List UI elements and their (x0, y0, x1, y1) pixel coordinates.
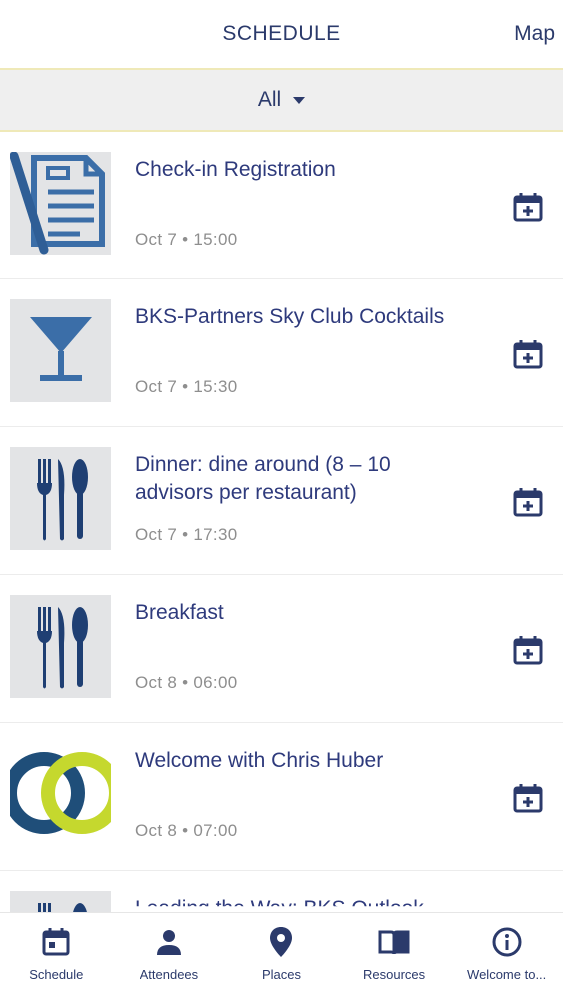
cutlery-icon (10, 891, 111, 912)
bottom-tab-bar: Schedule Attendees Places Resources Welc… (0, 912, 563, 1000)
event-time: Oct 7 • 15:30 (135, 377, 238, 396)
add-to-calendar-icon[interactable] (512, 634, 544, 666)
event-time: Oct 8 • 07:00 (135, 821, 238, 840)
tab-label: Schedule (29, 967, 84, 982)
event-title: Welcome with Chris Huber (135, 749, 384, 772)
tab-label: Welcome to... (467, 967, 547, 982)
calendar-icon (42, 928, 70, 956)
map-pin-icon (270, 927, 293, 957)
schedule-row[interactable]: Dinner: dine around (8 – 10 advisors per… (0, 427, 563, 575)
add-to-calendar-icon[interactable] (512, 191, 544, 223)
filter-selected-value: All (257, 88, 282, 111)
logo-rings-icon (10, 743, 111, 846)
event-title: Breakfast (135, 601, 224, 624)
person-icon (156, 930, 181, 955)
tab-resources[interactable]: Resources (338, 913, 451, 1000)
add-to-calendar-icon[interactable] (512, 486, 544, 518)
tab-attendees[interactable]: Attendees (113, 913, 226, 1000)
page-title: SCHEDULE (222, 22, 341, 45)
cocktail-icon (10, 299, 111, 402)
schedule-row[interactable]: Leading the Way: BKS Outlook (0, 871, 563, 912)
cutlery-icon (10, 447, 111, 550)
tab-schedule[interactable]: Schedule (0, 913, 113, 1000)
document-icon (10, 152, 111, 255)
tab-welcome[interactable]: Welcome to... (450, 913, 563, 1000)
caret-down-icon (293, 96, 306, 104)
tab-label: Attendees (139, 967, 199, 982)
schedule-row[interactable]: Welcome with Chris Huber Oct 8 • 07:00 (0, 723, 563, 871)
app-header: SCHEDULE Map (0, 0, 563, 70)
event-title: BKS-Partners Sky Club Cocktails (135, 305, 445, 328)
cutlery-icon (10, 595, 111, 698)
event-title: Leading the Way: BKS Outlook (135, 897, 424, 912)
tab-label: Resources (363, 967, 426, 982)
schedule-row[interactable]: Breakfast Oct 8 • 06:00 (0, 575, 563, 723)
add-to-calendar-icon[interactable] (512, 782, 544, 814)
tab-places[interactable]: Places (225, 913, 338, 1000)
event-title: Check-in Registration (135, 158, 336, 181)
schedule-list[interactable]: Check-in Registration Oct 7 • 15:00 BKS-… (0, 132, 563, 912)
event-time: Oct 7 • 15:00 (135, 230, 238, 249)
book-icon (378, 930, 410, 955)
schedule-row[interactable]: Check-in Registration Oct 7 • 15:00 (0, 132, 563, 279)
event-time: Oct 8 • 06:00 (135, 673, 238, 692)
tab-label: Places (261, 967, 301, 982)
filter-dropdown[interactable]: All (0, 70, 563, 132)
event-title: Dinner: dine around (8 – 10 advisors per… (135, 453, 391, 504)
event-time: Oct 7 • 17:30 (135, 525, 238, 544)
map-button[interactable]: Map (514, 22, 555, 46)
add-to-calendar-icon[interactable] (512, 338, 544, 370)
schedule-row[interactable]: BKS-Partners Sky Club Cocktails Oct 7 • … (0, 279, 563, 427)
info-icon (492, 927, 522, 957)
